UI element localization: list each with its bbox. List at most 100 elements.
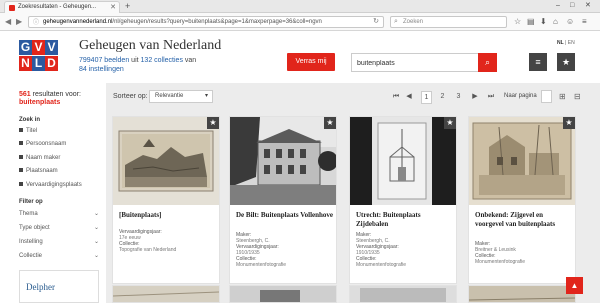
card-title[interactable]: Onbekend: Zijgevel en voorgevel van buit… <box>475 211 573 229</box>
favorite-star-icon[interactable]: ★ <box>207 117 219 129</box>
stats-institutions-link[interactable]: 84 instellingen <box>79 66 124 73</box>
home-icon[interactable]: ⌂ <box>553 16 558 27</box>
back-to-top-button[interactable]: ▲ <box>566 277 583 294</box>
favorites-button[interactable]: ★ <box>557 53 575 71</box>
lang-nl[interactable]: NL <box>557 40 564 46</box>
address-bar[interactable]: ⓘ geheugenvannederland.nl/nl/geheugen/re… <box>28 16 384 28</box>
sort-value: Relevantie <box>155 93 184 99</box>
result-card[interactable] <box>112 285 220 303</box>
card-title[interactable]: Utrecht: Buitenplaats Zijdebalen <box>356 211 454 229</box>
minimize-icon[interactable]: – <box>556 0 560 12</box>
checkbox-icon[interactable] <box>19 141 23 146</box>
card-title[interactable]: De Bilt: Buitenplaats Vollenhove <box>236 211 334 220</box>
zoek-in-option[interactable]: Naam maker <box>19 154 106 162</box>
result-card[interactable]: ★ Utrecht: Buitenplaats Zijdebalen Maker… <box>349 116 457 284</box>
filter-label: Instelling <box>19 239 43 245</box>
menu-button[interactable]: ≡ <box>529 53 547 71</box>
smiley-icon[interactable]: ☺ <box>566 16 574 27</box>
meta-value: Monumentenfotografie <box>356 262 407 268</box>
filter-instelling[interactable]: Instelling ⌄ <box>19 238 99 246</box>
reload-icon[interactable]: ↻ <box>373 17 379 27</box>
back-icon[interactable]: ◀ <box>5 17 11 27</box>
first-page-icon[interactable]: ⏮ <box>391 91 401 104</box>
go-to-page-input[interactable] <box>541 90 552 103</box>
verras-mij-button[interactable]: Verras mij <box>287 53 335 71</box>
language-switch: NL | EN <box>557 40 575 46</box>
meta-value: Topografie van Nederland <box>119 247 177 253</box>
result-thumbnail[interactable]: ★ <box>230 117 336 205</box>
card-meta: Maker: Steenbergh, C. Vervaardigingsjaar… <box>236 232 334 268</box>
result-card[interactable]: ★ De Bilt: Buitenplaats Vollenhove Maker… <box>229 116 337 284</box>
page-1[interactable]: 1 <box>421 91 432 104</box>
card-title[interactable]: [Buitenplaats] <box>119 211 217 220</box>
lang-en[interactable]: EN <box>568 40 575 46</box>
bookmark-star-icon[interactable]: ☆ <box>514 16 521 27</box>
chevron-down-icon: ⌄ <box>93 225 99 231</box>
result-card[interactable] <box>349 285 457 303</box>
filter-collectie[interactable]: Collectie ⌄ <box>19 252 99 260</box>
result-card[interactable] <box>229 285 337 303</box>
stats-collections-link[interactable]: 132 collecties <box>141 57 183 64</box>
thumbnail-image <box>230 117 336 205</box>
maximize-icon[interactable]: □ <box>570 0 574 12</box>
result-thumbnail[interactable]: ★ <box>350 117 456 205</box>
result-thumbnail[interactable]: ★ <box>113 117 219 205</box>
result-count: 561 resultaten voor: buitenplaats <box>19 91 81 107</box>
checkbox-icon[interactable] <box>19 168 23 173</box>
reading-list-icon[interactable]: ▤ <box>527 16 535 27</box>
next-page-icon[interactable]: ▶ <box>470 91 480 104</box>
forward-icon[interactable]: ▶ <box>16 17 22 27</box>
meta-value: Monumentenfotografie <box>236 262 287 268</box>
checkbox-icon[interactable] <box>19 155 23 160</box>
checkbox-icon[interactable] <box>19 182 23 187</box>
zoek-in-option[interactable]: Persoonsnaam <box>19 140 106 148</box>
page-2[interactable]: 2 <box>437 91 448 104</box>
logo-letter: D <box>45 56 58 71</box>
zoek-in-option[interactable]: Plaatsnaam <box>19 167 106 175</box>
result-card[interactable] <box>468 285 576 303</box>
info-icon: ⓘ <box>33 20 40 26</box>
search-icon: ⌕ <box>394 18 398 25</box>
browser-search-field[interactable]: ⌕ Zoeken <box>390 16 507 28</box>
result-card[interactable]: ★ Onbekend: Zijgevel en voorgevel van bu… <box>468 116 576 284</box>
close-tab-icon[interactable]: ✕ <box>110 2 116 13</box>
zoek-in-label: Vervaardigingsplaats <box>26 182 82 188</box>
prev-page-icon[interactable]: ◀ <box>404 91 414 104</box>
thumbnail-image <box>350 117 456 205</box>
site-logo[interactable]: G V V N L D <box>19 40 71 71</box>
page-3[interactable]: 3 <box>453 91 464 104</box>
checkbox-icon[interactable] <box>19 128 23 133</box>
filter-type-object[interactable]: Type object ⌄ <box>19 224 99 232</box>
tab-title: Zoekresultaten - Geheugen... <box>18 4 97 10</box>
zoek-in-label: Plaatsnaam <box>26 168 58 174</box>
result-thumbnail[interactable]: ★ <box>469 117 575 205</box>
favorite-star-icon[interactable]: ★ <box>324 117 336 129</box>
site-title[interactable]: Geheugen van Nederland <box>79 38 221 54</box>
grid-view-icon[interactable]: ⊞ <box>559 92 566 102</box>
favorite-star-icon[interactable]: ★ <box>444 117 456 129</box>
search-submit-button[interactable]: ⌕ <box>478 53 497 72</box>
list-view-icon[interactable]: ⊟ <box>574 92 581 102</box>
delpher-logo: Delpher <box>26 282 55 292</box>
zoek-in-option[interactable]: Vervaardigingsplaats <box>19 181 106 189</box>
stats-images-link[interactable]: 799407 beelden <box>79 57 129 64</box>
site-search-input[interactable] <box>357 58 467 68</box>
meta-value: Monumentenfotografie <box>475 259 526 265</box>
stats-van: van <box>184 57 197 64</box>
last-page-icon[interactable]: ⏭ <box>485 91 497 104</box>
result-card[interactable]: ★ [Buitenplaats] Vervaardigingsjaar: 17e… <box>112 116 220 284</box>
window-close-icon[interactable]: ✕ <box>585 0 591 12</box>
sort-select[interactable]: Relevantie ▾ <box>149 90 213 103</box>
zoek-in-label: Titel <box>26 128 38 134</box>
browser-tab[interactable]: Zoekresultaten - Geheugen... ✕ <box>4 1 120 13</box>
delpher-banner[interactable]: Delpher <box>19 270 99 303</box>
zoek-in-option[interactable]: Titel <box>19 127 106 135</box>
url-domain: geheugenvannederland.nl <box>43 19 113 25</box>
download-icon[interactable]: ⬇ <box>540 16 547 27</box>
favorite-star-icon[interactable]: ★ <box>563 117 575 129</box>
chevron-down-icon: ⌄ <box>93 253 99 259</box>
thumbnail-image <box>113 117 219 205</box>
new-tab-icon[interactable]: + <box>125 0 130 12</box>
filter-thema[interactable]: Thema ⌄ <box>19 210 99 218</box>
browser-menu-icon[interactable]: ≡ <box>582 16 587 27</box>
